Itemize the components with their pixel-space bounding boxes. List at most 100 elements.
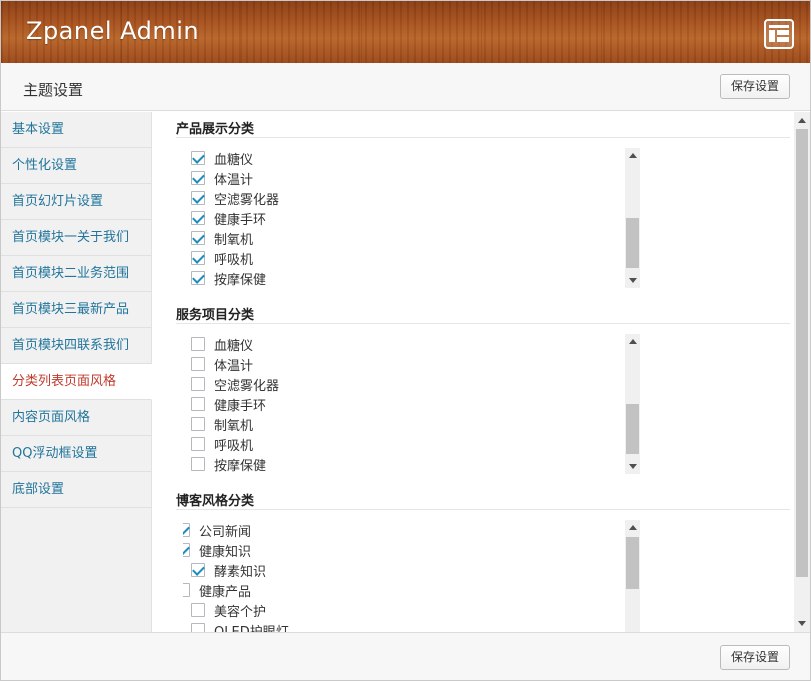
sidebar-item-module-contact[interactable]: 首页模块四联系我们 xyxy=(1,328,151,364)
app-title: Zpanel Admin xyxy=(26,17,200,45)
checkbox[interactable] xyxy=(191,171,205,185)
scroll-up-icon[interactable] xyxy=(798,118,806,123)
scroll-down-icon[interactable] xyxy=(629,278,637,283)
checkbox[interactable] xyxy=(191,191,205,205)
checkbox-label: 体温计 xyxy=(214,358,254,374)
list-item[interactable]: 健康产品 xyxy=(183,580,251,600)
layout-icon[interactable] xyxy=(764,19,794,49)
page-title: 主题设置 xyxy=(23,81,84,99)
scroll-up-icon[interactable] xyxy=(629,525,637,530)
title-bar: 主题设置 保存设置 xyxy=(1,63,810,111)
checkbox[interactable] xyxy=(191,251,205,265)
checkbox[interactable] xyxy=(191,563,205,577)
checkbox-label: 体温计 xyxy=(214,172,254,188)
sidebar-item-category-style[interactable]: 分类列表页面风格 xyxy=(1,364,152,400)
list-item[interactable]: 按摩保健 xyxy=(191,268,266,288)
checkbox-label: 公司新闻 xyxy=(199,524,252,540)
scroll-down-icon[interactable] xyxy=(798,621,806,626)
scroll-up-icon[interactable] xyxy=(629,153,637,158)
checkbox-label: 空滤雾化器 xyxy=(214,192,280,208)
checkbox[interactable] xyxy=(191,271,205,285)
admin-window: Zpanel Admin 主题设置 保存设置 基本设置 个性化设置 首页幻灯片设… xyxy=(0,0,811,681)
list-item[interactable]: 制氧机 xyxy=(191,414,253,434)
checkbox-label: 健康产品 xyxy=(199,584,252,600)
product-category-list: 血糖仪 体温计 空滤雾化器 健康手环 制氧机 呼吸机 按摩保健 xyxy=(183,148,642,288)
checkbox-label: 呼吸机 xyxy=(214,252,254,268)
checkbox[interactable] xyxy=(191,151,205,165)
checkbox[interactable] xyxy=(191,211,205,225)
checkbox-label: OLED护眼灯 xyxy=(214,624,289,633)
checkbox-label: 按摩保健 xyxy=(214,458,267,474)
sidebar-item-footer[interactable]: 底部设置 xyxy=(1,472,151,508)
list-item[interactable]: 按摩保健 xyxy=(191,454,266,474)
sidebar-item-module-products[interactable]: 首页模块三最新产品 xyxy=(1,292,151,328)
checkbox[interactable] xyxy=(191,437,205,451)
sidebar-item-content-style[interactable]: 内容页面风格 xyxy=(1,400,151,436)
list-item[interactable]: 呼吸机 xyxy=(191,434,253,454)
save-button-top[interactable]: 保存设置 xyxy=(719,74,790,99)
checkbox[interactable] xyxy=(191,603,205,617)
scroll-thumb[interactable] xyxy=(796,129,808,577)
header-bar: Zpanel Admin xyxy=(1,1,810,63)
section-title-products: 产品展示分类 xyxy=(176,122,255,137)
sidebar-item-module-about[interactable]: 首页模块一关于我们 xyxy=(1,220,151,256)
list-scrollbar[interactable] xyxy=(625,520,640,632)
checkbox-label: 血糖仪 xyxy=(214,152,254,168)
checkbox-label: 美容个护 xyxy=(214,604,267,620)
checkbox[interactable] xyxy=(191,357,205,371)
sidebar-item-qq-float[interactable]: QQ浮动框设置 xyxy=(1,436,151,472)
checkbox[interactable] xyxy=(191,457,205,471)
list-item[interactable]: 空滤雾化器 xyxy=(191,188,279,208)
checkbox-label: 健康手环 xyxy=(214,398,267,414)
list-item[interactable]: 公司新闻 xyxy=(183,520,251,540)
checkbox[interactable] xyxy=(183,543,190,557)
checkbox-label: 健康知识 xyxy=(199,544,252,560)
sidebar-item-basic[interactable]: 基本设置 xyxy=(1,112,151,148)
blog-category-list: 公司新闻 健康知识 酵素知识 健康产品 美容个护 OLED护眼灯 xyxy=(183,520,642,632)
list-item[interactable]: 酵素知识 xyxy=(191,560,266,580)
save-button-bottom[interactable]: 保存设置 xyxy=(719,645,790,670)
list-item[interactable]: 血糖仪 xyxy=(191,148,253,168)
sidebar-item-module-business[interactable]: 首页模块二业务范围 xyxy=(1,256,151,292)
list-item[interactable]: 健康知识 xyxy=(183,540,251,560)
page-scrollbar[interactable] xyxy=(794,112,810,632)
list-item[interactable]: 健康手环 xyxy=(191,394,266,414)
list-scrollbar[interactable] xyxy=(625,148,640,288)
list-item[interactable]: 空滤雾化器 xyxy=(191,374,279,394)
section-title-blog: 博客风格分类 xyxy=(176,494,255,509)
list-item[interactable]: 呼吸机 xyxy=(191,248,253,268)
checkbox[interactable] xyxy=(191,337,205,351)
checkbox[interactable] xyxy=(183,583,190,597)
sidebar-item-slideshow[interactable]: 首页幻灯片设置 xyxy=(1,184,151,220)
section-divider xyxy=(176,509,790,510)
checkbox[interactable] xyxy=(191,397,205,411)
checkbox[interactable] xyxy=(183,523,190,537)
scroll-down-icon[interactable] xyxy=(629,464,637,469)
list-item[interactable]: 血糖仪 xyxy=(191,334,253,354)
service-category-list: 血糖仪 体温计 空滤雾化器 健康手环 制氧机 呼吸机 按摩保健 xyxy=(183,334,642,474)
scroll-up-icon[interactable] xyxy=(629,339,637,344)
checkbox[interactable] xyxy=(191,623,205,632)
checkbox[interactable] xyxy=(191,377,205,391)
list-item[interactable]: 制氧机 xyxy=(191,228,253,248)
settings-panel: 产品展示分类 血糖仪 体温计 空滤雾化器 健康手环 制氧机 呼吸机 按摩保健 服… xyxy=(153,112,794,632)
checkbox[interactable] xyxy=(191,417,205,431)
scroll-thumb[interactable] xyxy=(626,218,639,268)
checkbox-label: 血糖仪 xyxy=(214,338,254,354)
scroll-thumb[interactable] xyxy=(626,537,639,589)
sidebar-nav: 基本设置 个性化设置 首页幻灯片设置 首页模块一关于我们 首页模块二业务范围 首… xyxy=(1,112,152,632)
section-divider xyxy=(176,137,790,138)
list-item[interactable]: 美容个护 xyxy=(191,600,266,620)
list-item[interactable]: 体温计 xyxy=(191,168,253,188)
list-item[interactable]: 健康手环 xyxy=(191,208,266,228)
checkbox-label: 按摩保健 xyxy=(214,272,267,288)
sidebar-item-personalize[interactable]: 个性化设置 xyxy=(1,148,151,184)
list-scrollbar[interactable] xyxy=(625,334,640,474)
checkbox[interactable] xyxy=(191,231,205,245)
checkbox-label: 健康手环 xyxy=(214,212,267,228)
list-item[interactable]: OLED护眼灯 xyxy=(191,620,289,632)
checkbox-label: 呼吸机 xyxy=(214,438,254,454)
scroll-thumb[interactable] xyxy=(626,404,639,454)
list-item[interactable]: 体温计 xyxy=(191,354,253,374)
footer-bar: 保存设置 xyxy=(1,632,810,680)
